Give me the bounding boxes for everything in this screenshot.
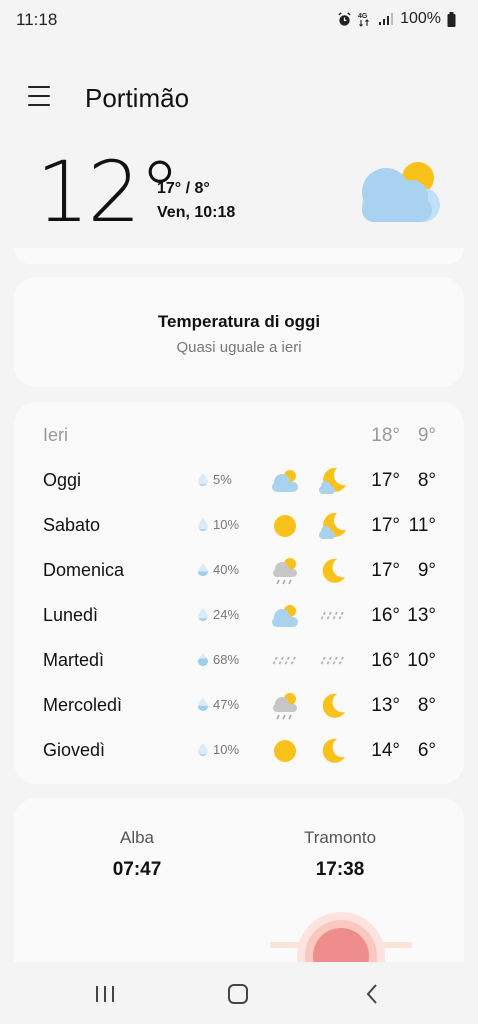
sunset-label: Tramonto	[303, 828, 377, 847]
forecast-low: 11°	[408, 515, 436, 536]
forecast-low: 13°	[407, 605, 436, 626]
moon-cloud-icon	[317, 510, 349, 542]
rain-icon	[317, 645, 349, 677]
sun-icon	[269, 735, 301, 767]
drop-icon	[198, 608, 208, 621]
precipitation-value: 68%	[213, 652, 240, 667]
forecast-low: 6°	[417, 740, 436, 761]
moon-cloud-icon	[317, 465, 349, 497]
forecast-row[interactable]: Oggi 5% 17° 8°	[14, 461, 464, 501]
forecast-day: Mercoledì	[43, 695, 123, 715]
precipitation: 24%	[198, 607, 239, 622]
precipitation: 40%	[198, 562, 239, 577]
precipitation-value: 40%	[213, 562, 240, 577]
daily-forecast-card[interactable]: Ieri 18° 9° Oggi 5% 17° 8° Sabato 10% 17° 11° Domen…	[14, 402, 464, 784]
moon-icon	[317, 555, 349, 587]
precipitation: 5%	[198, 472, 232, 487]
current-weather[interactable]: 12° 17° / 8° Ven, 10:18	[0, 150, 478, 250]
sun-rain-icon	[269, 555, 301, 587]
forecast-high: 17°	[371, 515, 400, 536]
status-bar: 11:18 4G 100%	[0, 0, 478, 40]
network-4g-icon: 4G	[358, 13, 369, 27]
sun-icon	[269, 510, 301, 542]
forecast-day: Domenica	[43, 560, 125, 580]
precipitation: 10%	[198, 517, 239, 532]
forecast-day: Lunedì	[43, 605, 99, 625]
drop-icon	[198, 473, 208, 486]
forecast-row[interactable]: Martedì 68% 16° 10°	[14, 641, 464, 681]
partly-cloudy-icon	[269, 465, 301, 497]
current-datetime: Ven, 10:18	[157, 204, 236, 221]
sun-rain-icon	[269, 690, 301, 722]
precipitation: 68%	[198, 652, 239, 667]
sunset-graphic-icon	[270, 912, 412, 968]
forecast-high: 18°	[371, 425, 400, 446]
forecast-low: 9°	[417, 560, 436, 581]
forecast-row[interactable]: Lunedì 24% 16° 13°	[14, 596, 464, 636]
precipitation-value: 47%	[213, 697, 240, 712]
today-card-subtitle: Quasi uguale a ieri	[176, 339, 302, 356]
battery-icon	[447, 11, 456, 27]
forecast-high: 17°	[371, 560, 400, 581]
drop-icon	[198, 743, 208, 756]
forecast-high: 16°	[371, 650, 400, 671]
forecast-row[interactable]: Mercoledì 47% 13° 8°	[14, 686, 464, 726]
precipitation-value: 5%	[213, 472, 232, 487]
forecast-low: 8°	[417, 695, 436, 716]
partly-cloudy-icon	[269, 600, 301, 632]
navigation-bar	[0, 962, 478, 1024]
forecast-low: 9°	[417, 425, 436, 446]
precipitation-value: 10%	[213, 517, 240, 532]
forecast-row[interactable]: Sabato 10% 17° 11°	[14, 506, 464, 546]
svg-text:4G: 4G	[358, 13, 368, 20]
city-title: Portimão	[85, 83, 190, 113]
hero-card-edge	[14, 248, 464, 264]
forecast-high: 16°	[371, 605, 400, 626]
drop-icon	[198, 698, 208, 711]
forecast-high: 13°	[371, 695, 400, 716]
moon-icon	[317, 690, 349, 722]
status-icons: 4G 100%	[337, 10, 456, 28]
rain-icon	[269, 645, 301, 677]
partly-cloudy-icon	[360, 162, 444, 229]
drop-icon	[198, 518, 208, 531]
rain-icon	[317, 600, 349, 632]
sunrise-time: 07:47	[112, 859, 162, 880]
hamburger-menu-icon[interactable]	[28, 86, 56, 112]
today-temperature-card[interactable]: Temperatura di oggi Quasi uguale a ieri	[14, 277, 464, 387]
forecast-row[interactable]: Giovedì 10% 14° 6°	[14, 731, 464, 771]
home-icon[interactable]	[218, 980, 258, 1008]
sunrise-label: Alba	[119, 828, 155, 847]
back-icon[interactable]	[352, 980, 392, 1008]
today-high-low: 17° / 8°	[157, 180, 210, 197]
sun-card[interactable]: Alba 07:47 Tramonto 17:38	[14, 798, 464, 968]
alarm-icon	[338, 11, 351, 26]
forecast-day: Ieri	[43, 425, 69, 445]
precipitation: 10%	[198, 742, 239, 757]
moon-icon	[317, 735, 349, 767]
precipitation: 47%	[198, 697, 239, 712]
drop-icon	[198, 653, 208, 666]
forecast-row[interactable]: Ieri 18° 9°	[14, 416, 464, 456]
recent-apps-icon[interactable]	[85, 980, 125, 1008]
forecast-row[interactable]: Domenica 40% 17° 9°	[14, 551, 464, 591]
sunset-time: 17:38	[315, 859, 365, 880]
forecast-low: 8°	[417, 470, 436, 491]
forecast-high: 14°	[371, 740, 400, 761]
forecast-day: Sabato	[43, 515, 101, 535]
status-time: 11:18	[16, 10, 58, 29]
forecast-high: 17°	[371, 470, 400, 491]
forecast-low: 10°	[407, 650, 436, 671]
forecast-day: Giovedì	[43, 740, 106, 760]
precipitation-value: 10%	[213, 742, 240, 757]
drop-icon	[198, 563, 208, 576]
signal-icon	[379, 13, 394, 25]
precipitation-value: 24%	[213, 607, 240, 622]
forecast-day: Martedì	[43, 650, 105, 670]
today-card-title: Temperatura di oggi	[157, 312, 321, 331]
forecast-day: Oggi	[43, 470, 82, 490]
battery-percent: 100%	[400, 10, 441, 27]
app-bar: Portimão	[0, 72, 478, 126]
